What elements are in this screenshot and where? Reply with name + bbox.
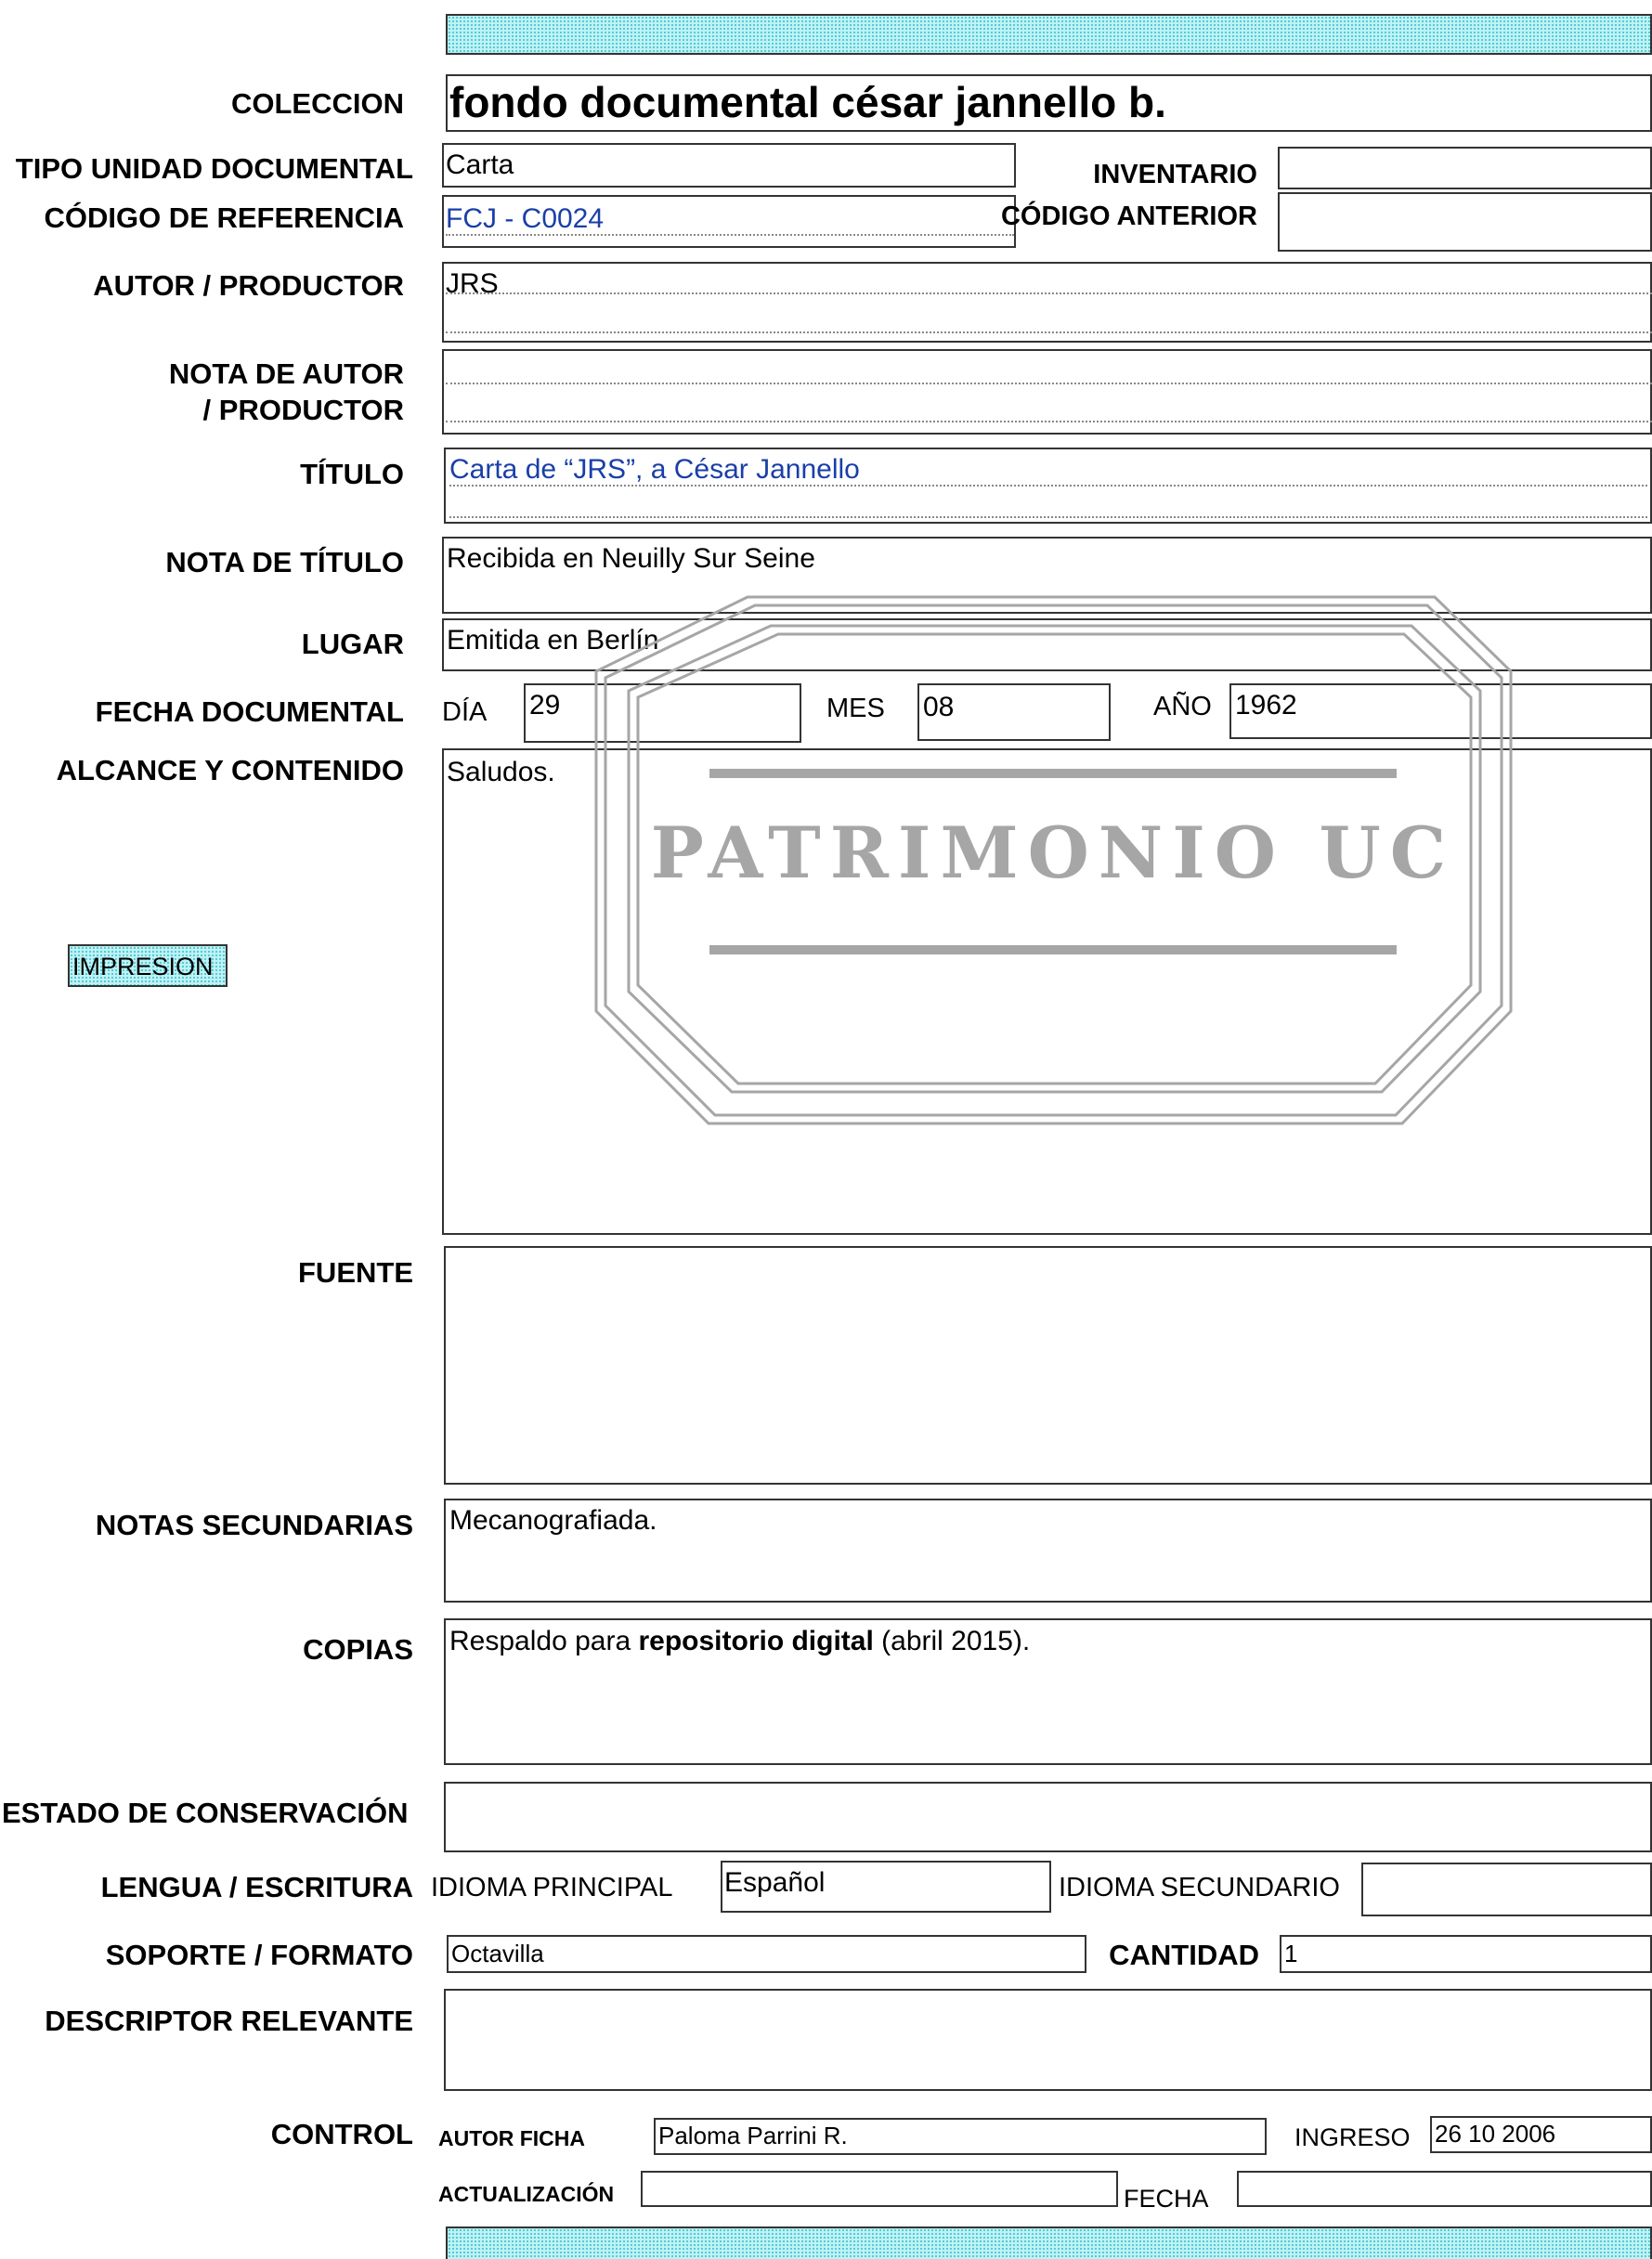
- dia-field[interactable]: [524, 683, 801, 743]
- alcance-value: Saludos.: [447, 757, 555, 787]
- descriptor-label: DESCRIPTOR RELEVANTE: [45, 2005, 413, 2037]
- alcance-label: ALCANCE Y CONTENIDO: [56, 754, 404, 786]
- titulo-label: TÍTULO: [300, 458, 404, 490]
- fecha-label: FECHA DOCUMENTAL: [95, 695, 404, 728]
- codigo-anterior-field[interactable]: [1278, 192, 1652, 252]
- codigo-value: FCJ - C0024: [446, 203, 605, 234]
- dia-label: DÍA: [442, 697, 488, 727]
- soporte-label: SOPORTE / FORMATO: [105, 1939, 413, 1971]
- ingreso-value: 26 10 2006: [1435, 2120, 1556, 2148]
- autor-ficha-label: AUTOR FICHA: [438, 2126, 586, 2150]
- lugar-label: LUGAR: [301, 628, 404, 660]
- copias-value: Respaldo para repositorio digital (abril…: [449, 1626, 1031, 1656]
- idioma-secundario-field[interactable]: [1361, 1863, 1652, 1916]
- cantidad-value: 1: [1284, 1940, 1298, 1967]
- nota-autor-label-1: NOTA DE AUTOR: [168, 357, 404, 390]
- estado-label: ESTADO DE CONSERVACIÓN: [2, 1797, 409, 1829]
- autor-label: AUTOR / PRODUCTOR: [93, 269, 404, 302]
- alcance-field[interactable]: [442, 748, 1652, 1235]
- idioma-principal-label: IDIOMA PRINCIPAL: [431, 1873, 673, 1902]
- nota-titulo-value: Recibida en Neuilly Sur Seine: [447, 543, 815, 574]
- soporte-value: Octavilla: [451, 1940, 544, 1967]
- actualizacion-label: ACTUALIZACIÓN: [438, 2182, 615, 2206]
- impresion-button-label: IMPRESION: [72, 953, 214, 980]
- tipo-field[interactable]: [442, 143, 1016, 188]
- codigo-label: CÓDIGO DE REFERENCIA: [44, 201, 404, 234]
- impresion-button[interactable]: IMPRESION: [68, 944, 228, 987]
- tipo-label: TIPO UNIDAD DOCUMENTAL: [15, 152, 413, 185]
- descriptor-field[interactable]: [444, 1989, 1652, 2091]
- mes-label: MES: [826, 694, 885, 723]
- tipo-value: Carta: [446, 149, 514, 180]
- fecha-act-field[interactable]: [1237, 2171, 1652, 2207]
- cantidad-field[interactable]: [1280, 1935, 1652, 1973]
- lengua-label: LENGUA / ESCRITURA: [100, 1871, 413, 1903]
- nota-titulo-label: NOTA DE TÍTULO: [165, 546, 404, 578]
- idioma-principal-value: Español: [724, 1867, 826, 1898]
- ingreso-label: INGRESO: [1294, 2123, 1411, 2151]
- inventario-field[interactable]: [1278, 147, 1652, 189]
- codigo-anterior-label: CÓDIGO ANTERIOR: [1000, 201, 1257, 231]
- control-label: CONTROL: [270, 2118, 413, 2150]
- fuente-label: FUENTE: [298, 1256, 413, 1289]
- dia-value: 29: [529, 690, 561, 721]
- fuente-field[interactable]: [444, 1246, 1652, 1485]
- mes-value: 08: [923, 692, 955, 722]
- estado-field[interactable]: [444, 1782, 1652, 1852]
- bottom-hatch-bar: [446, 2227, 1652, 2259]
- anio-value: 1962: [1235, 690, 1297, 721]
- coleccion-label: COLECCION: [231, 87, 404, 120]
- cantidad-label: CANTIDAD: [1109, 1939, 1259, 1971]
- fecha-act-label: FECHA: [1124, 2185, 1209, 2213]
- inventario-label: INVENTARIO: [1093, 160, 1257, 189]
- anio-label: AÑO: [1153, 692, 1212, 721]
- autor-value: JRS: [446, 268, 499, 299]
- titulo-value: Carta de “JRS”, a César Jannello: [449, 454, 860, 485]
- lugar-value: Emitida en Berlín: [447, 625, 659, 656]
- autor-field[interactable]: [442, 262, 1652, 343]
- coleccion-value: fondo documental césar jannello b.: [449, 78, 1166, 126]
- actualizacion-field[interactable]: [641, 2171, 1118, 2207]
- notas-value: Mecanografiada.: [449, 1505, 657, 1536]
- autor-ficha-value: Paloma Parrini R.: [658, 2122, 848, 2149]
- nota-autor-label-2: / PRODUCTOR: [202, 394, 404, 426]
- top-hatch-bar: [446, 14, 1652, 55]
- copias-label: COPIAS: [303, 1633, 413, 1666]
- notas-label: NOTAS SECUNDARIAS: [95, 1509, 413, 1541]
- idioma-secundario-label: IDIOMA SECUNDARIO: [1059, 1873, 1340, 1902]
